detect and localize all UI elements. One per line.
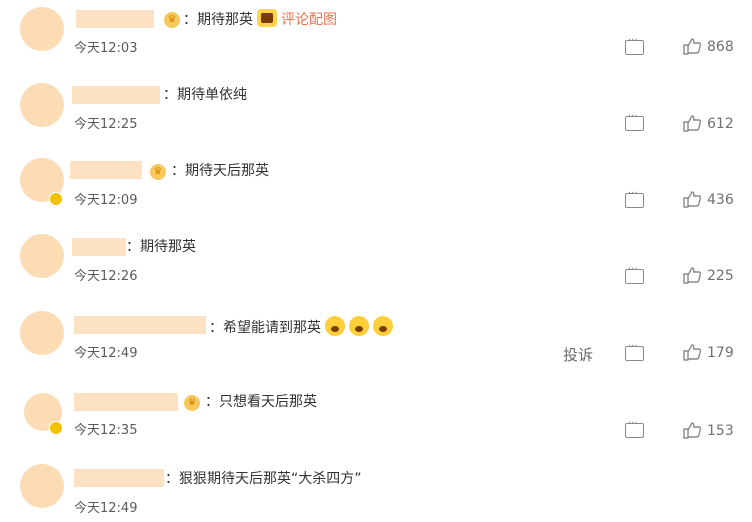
like-icon[interactable] xyxy=(683,422,701,439)
reply-icon[interactable] xyxy=(625,35,644,55)
crown-icon: ♛ xyxy=(184,395,200,411)
like-icon[interactable] xyxy=(683,38,701,55)
image-icon[interactable] xyxy=(257,9,277,27)
verified-badge xyxy=(49,192,63,206)
comment-text: ：狠狠期待天后那英“大杀四方” xyxy=(165,471,362,487)
comment-row-2: ：期待单依纯 今天12:25 612 xyxy=(0,76,752,152)
crown-icon: ♛ xyxy=(150,164,166,180)
report-button[interactable]: 投诉 xyxy=(563,344,593,365)
comment-row-4: ：期待那英 今天12:26 225 xyxy=(0,228,752,304)
username-redacted[interactable] xyxy=(74,316,206,334)
avatar[interactable] xyxy=(20,83,64,127)
comment-text: ：只想看天后那英 xyxy=(205,394,317,410)
timestamp: 今天12:49 xyxy=(74,346,138,361)
username-redacted[interactable] xyxy=(72,238,126,256)
comment-text: ：期待那英 评论配图 xyxy=(183,9,337,29)
avatar[interactable] xyxy=(20,234,64,278)
reply-icon[interactable] xyxy=(625,264,644,284)
comment-row-5: ：希望能请到那英 今天12:49 投诉 179 xyxy=(0,304,752,380)
reply-icon[interactable] xyxy=(625,418,644,438)
like-icon[interactable] xyxy=(683,267,701,284)
comment-text: ：期待那英 xyxy=(126,239,196,255)
avatar[interactable] xyxy=(20,7,64,51)
emoji-icon xyxy=(349,316,369,336)
timestamp: 今天12:35 xyxy=(74,423,138,438)
comment-row-7: ：狠狠期待天后那英“大杀四方” 今天12:49 xyxy=(0,457,752,522)
reply-icon[interactable] xyxy=(625,341,644,361)
username-redacted[interactable] xyxy=(72,86,160,104)
like-icon[interactable] xyxy=(683,191,701,208)
timestamp: 今天12:25 xyxy=(74,117,138,132)
like-count: 436 xyxy=(707,192,734,208)
verified-badge xyxy=(49,421,63,435)
like-count: 612 xyxy=(707,116,734,132)
comment-row-3: ♛ ：期待天后那英 今天12:09 436 xyxy=(0,152,752,228)
like-count: 179 xyxy=(707,345,734,361)
username-redacted[interactable] xyxy=(74,393,178,411)
comment-text: ：期待天后那英 xyxy=(171,163,269,179)
reply-icon[interactable] xyxy=(625,111,644,131)
reply-icon[interactable] xyxy=(625,188,644,208)
comment-row-6: ♛ ：只想看天后那英 今天12:35 153 xyxy=(0,381,752,457)
comment-text: ：期待单依纯 xyxy=(163,87,247,103)
crown-icon: ♛ xyxy=(164,12,180,28)
username-redacted[interactable] xyxy=(76,10,154,28)
avatar[interactable] xyxy=(20,311,64,355)
timestamp: 今天12:26 xyxy=(74,269,138,284)
emoji-icon xyxy=(325,316,345,336)
username-redacted[interactable] xyxy=(74,469,164,487)
timestamp: 今天12:09 xyxy=(74,193,138,208)
like-count: 153 xyxy=(707,423,734,439)
emoji-icon xyxy=(373,316,393,336)
timestamp: 今天12:03 xyxy=(74,41,138,56)
username-redacted[interactable] xyxy=(70,161,142,179)
image-link[interactable]: 评论配图 xyxy=(281,12,337,28)
comment-row-1: ♛ ：期待那英评论配图 今天12:03 868 xyxy=(0,0,752,76)
like-count: 868 xyxy=(707,39,734,55)
avatar[interactable] xyxy=(20,464,64,508)
like-icon[interactable] xyxy=(683,344,701,361)
like-count: 225 xyxy=(707,268,734,284)
comment-text: ：希望能请到那英 xyxy=(209,316,393,337)
timestamp: 今天12:49 xyxy=(74,501,138,516)
like-icon[interactable] xyxy=(683,115,701,132)
